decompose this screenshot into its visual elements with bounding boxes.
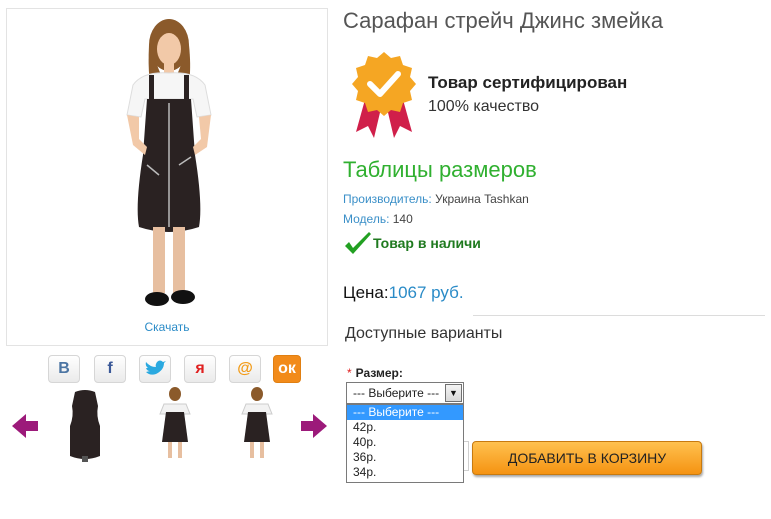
price-value: 1067 руб. [388,283,464,302]
arrow-right-icon[interactable] [301,414,327,438]
price-line: Цена:1067 руб. [343,283,464,303]
size-label-text: Размер: [355,366,403,380]
size-select[interactable]: --- Выберите --- ▼ [346,382,464,404]
size-option[interactable]: --- Выберите --- [347,405,463,420]
size-option[interactable]: 34р. [347,465,463,480]
facebook-icon[interactable]: f [94,355,126,383]
size-option[interactable]: 40р. [347,435,463,450]
model-value: 140 [392,212,413,226]
product-photo[interactable] [103,15,233,315]
product-title: Сарафан стрейч Джинс змейка [343,8,664,33]
variants-title: Доступные варианты [345,325,503,342]
model-label: Модель: [343,212,390,226]
size-select-value: --- Выберите --- [353,386,440,400]
thumbnail-carousel [12,386,332,466]
size-tables-link[interactable]: Таблицы размеров [343,157,537,183]
certificate-subtitle: 100% качество [428,98,540,115]
manufacturer-line: Производитель: Украина Tashkan [343,192,529,206]
thumbnail-1[interactable] [60,386,110,464]
stock-status: Товар в наличи [373,235,481,251]
vk-icon[interactable]: В [48,355,80,383]
manufacturer-label[interactable]: Производитель: [343,192,432,206]
moimir-icon[interactable]: я [184,355,216,383]
size-option[interactable]: 36р. [347,450,463,465]
model-line: Модель: 140 [343,212,413,226]
size-dropdown-list: --- Выберите --- 42р. 40р. 36р. 34р. [346,404,464,483]
add-to-cart-button[interactable]: ДОБАВИТЬ В КОРЗИНУ [472,441,702,475]
main-product-image-box[interactable]: Скачать [6,8,328,346]
manufacturer-value: Украина Tashkan [435,192,529,206]
size-option[interactable]: 42р. [347,420,463,435]
mail-icon[interactable]: @ [229,355,261,383]
chevron-down-icon[interactable]: ▼ [445,384,462,402]
price-label: Цена: [343,283,389,302]
thumbnail-2[interactable] [150,386,200,464]
certificate-title: Товар сертифицирован [428,73,628,92]
required-mark: * [347,366,352,380]
size-field-label: * Размер: [347,366,403,380]
download-image-link[interactable]: Скачать [7,320,327,334]
divider [473,315,765,316]
thumbnail-3[interactable] [232,386,282,464]
twitter-icon[interactable] [139,355,171,383]
in-stock-check-icon [345,232,371,254]
odnoklassniki-icon[interactable]: ок [273,355,301,383]
certificate-medal-icon [352,52,416,138]
arrow-left-icon[interactable] [12,414,38,438]
